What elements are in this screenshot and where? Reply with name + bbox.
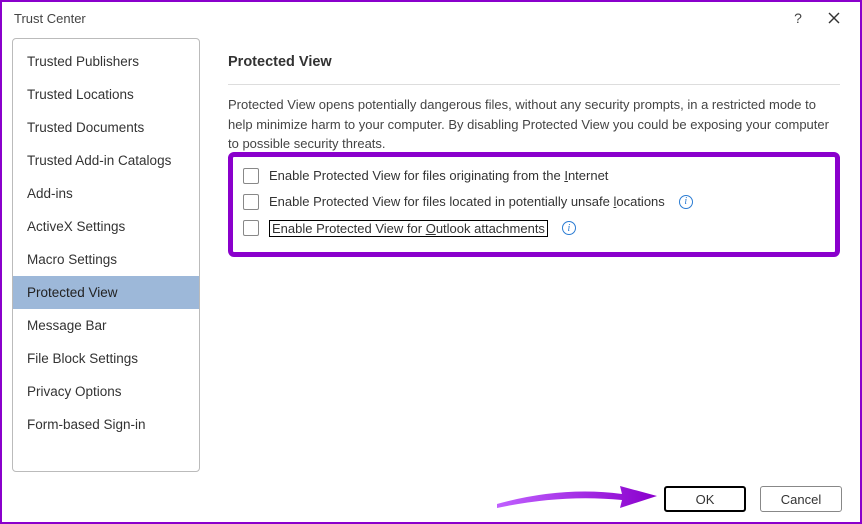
sidebar-item-macro-settings[interactable]: Macro Settings (13, 243, 199, 276)
window-title: Trust Center (14, 11, 780, 26)
sidebar-item-trusted-publishers[interactable]: Trusted Publishers (13, 45, 199, 78)
option-protected-view-outlook-attachments[interactable]: Enable Protected View for Outlook attach… (243, 215, 825, 242)
sidebar-item-trusted-addin-catalogs[interactable]: Trusted Add-in Catalogs (13, 144, 199, 177)
dialog-footer: OK Cancel (664, 486, 842, 512)
sidebar: Trusted Publishers Trusted Locations Tru… (12, 38, 200, 472)
sidebar-item-activex-settings[interactable]: ActiveX Settings (13, 210, 199, 243)
checkbox-label: Enable Protected View for files located … (269, 194, 665, 209)
checkbox-label: Enable Protected View for files originat… (269, 168, 608, 183)
content-pane: Protected View Protected View opens pote… (200, 38, 850, 472)
sidebar-item-form-based-signin[interactable]: Form-based Sign-in (13, 408, 199, 441)
annotation-arrow-icon (492, 476, 662, 516)
dialog-body: Trusted Publishers Trusted Locations Tru… (2, 34, 860, 472)
annotation-highlight-box: Enable Protected View for files originat… (228, 152, 840, 257)
checkbox-icon[interactable] (243, 220, 259, 236)
trust-center-dialog: Trust Center ? Trusted Publishers Truste… (0, 0, 862, 524)
close-icon (828, 12, 840, 24)
section-heading: Protected View (228, 54, 840, 70)
sidebar-item-file-block-settings[interactable]: File Block Settings (13, 342, 199, 375)
sidebar-item-trusted-documents[interactable]: Trusted Documents (13, 111, 199, 144)
checkbox-icon[interactable] (243, 194, 259, 210)
section-description: Protected View opens potentially dangero… (228, 95, 840, 154)
sidebar-item-message-bar[interactable]: Message Bar (13, 309, 199, 342)
checkbox-icon[interactable] (243, 168, 259, 184)
divider (228, 84, 840, 85)
info-icon[interactable]: i (562, 221, 576, 235)
sidebar-item-privacy-options[interactable]: Privacy Options (13, 375, 199, 408)
option-protected-view-internet[interactable]: Enable Protected View for files originat… (243, 163, 825, 189)
titlebar: Trust Center ? (2, 2, 860, 34)
sidebar-item-protected-view[interactable]: Protected View (13, 276, 199, 309)
close-button[interactable] (816, 4, 852, 32)
cancel-button[interactable]: Cancel (760, 486, 842, 512)
sidebar-item-trusted-locations[interactable]: Trusted Locations (13, 78, 199, 111)
info-icon[interactable]: i (679, 195, 693, 209)
help-button[interactable]: ? (780, 4, 816, 32)
option-protected-view-unsafe-locations[interactable]: Enable Protected View for files located … (243, 189, 825, 215)
checkbox-label: Enable Protected View for Outlook attach… (269, 220, 548, 237)
sidebar-item-add-ins[interactable]: Add-ins (13, 177, 199, 210)
ok-button[interactable]: OK (664, 486, 746, 512)
